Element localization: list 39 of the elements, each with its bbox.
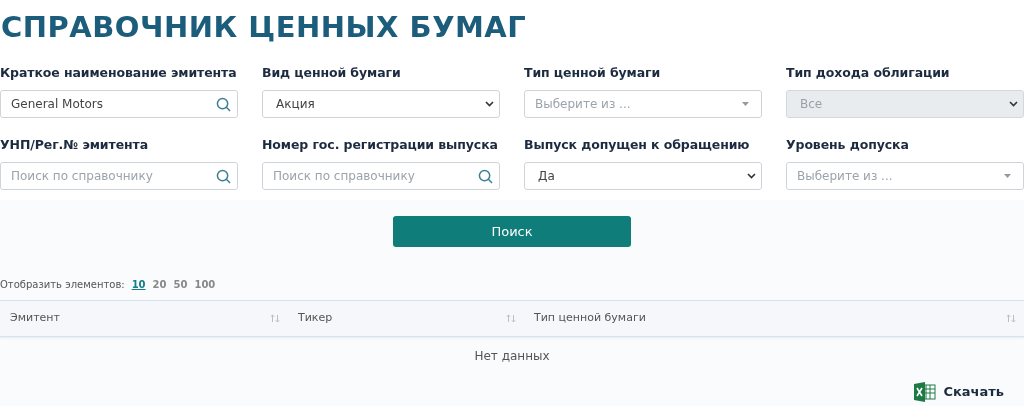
empty-message: Нет данных — [474, 348, 550, 365]
search-button[interactable]: Поиск — [393, 216, 631, 247]
search-field[interactable]: Поиск по справочнику — [262, 162, 500, 190]
sort-icon — [1006, 314, 1016, 323]
page-size-option[interactable]: 100 — [194, 278, 216, 292]
field-label: Уровень допуска — [786, 136, 910, 154]
field-label: Тип дохода облигации — [786, 64, 951, 82]
page-size-option[interactable]: 50 — [173, 278, 188, 292]
field-label: Выпуск допущен к обращению — [524, 136, 751, 154]
field-label: Номер гос. регистрации выпуска — [262, 136, 499, 154]
field-label: Краткое наименование эмитента — [0, 64, 238, 82]
page-size-label: Отобразить элементов: — [0, 278, 125, 292]
select-field[interactable]: Да — [524, 162, 762, 190]
field-label: Вид ценной бумаги — [262, 64, 402, 82]
dropdown-field[interactable]: Выберите из ... — [524, 90, 762, 118]
download-link[interactable]: Скачать — [914, 382, 1004, 402]
column-header[interactable]: Эмитент — [0, 301, 288, 336]
column-header[interactable]: Тип ценной бумаги — [524, 301, 1024, 336]
chevron-down-icon — [485, 101, 494, 107]
search-icon — [478, 168, 493, 184]
caret-down-icon — [742, 102, 749, 106]
sort-icon — [506, 314, 516, 323]
search-icon — [216, 168, 231, 184]
dropdown-field[interactable]: Выберите из ... — [786, 162, 1024, 190]
page-size-option[interactable]: 20 — [152, 278, 167, 292]
field-label: УНП/Рег.№ эмитента — [0, 136, 150, 154]
caret-down-icon — [1004, 174, 1011, 178]
search-field[interactable]: General Motors — [0, 90, 238, 118]
sort-icon — [270, 314, 280, 323]
page-title: СПРАВОЧНИК ЦЕННЫХ БУМАГ — [0, 9, 528, 46]
search-icon — [216, 96, 231, 112]
column-header[interactable]: Тикер — [288, 301, 524, 336]
search-field[interactable]: Поиск по справочнику — [0, 162, 238, 190]
chevron-down-icon — [747, 173, 756, 179]
field-label: Тип ценной бумаги — [524, 64, 662, 82]
spreadsheet-icon — [914, 382, 937, 402]
page-size-option[interactable]: 10 — [131, 278, 146, 292]
select-field[interactable]: Акция — [262, 90, 500, 118]
chevron-down-icon — [1009, 101, 1018, 107]
